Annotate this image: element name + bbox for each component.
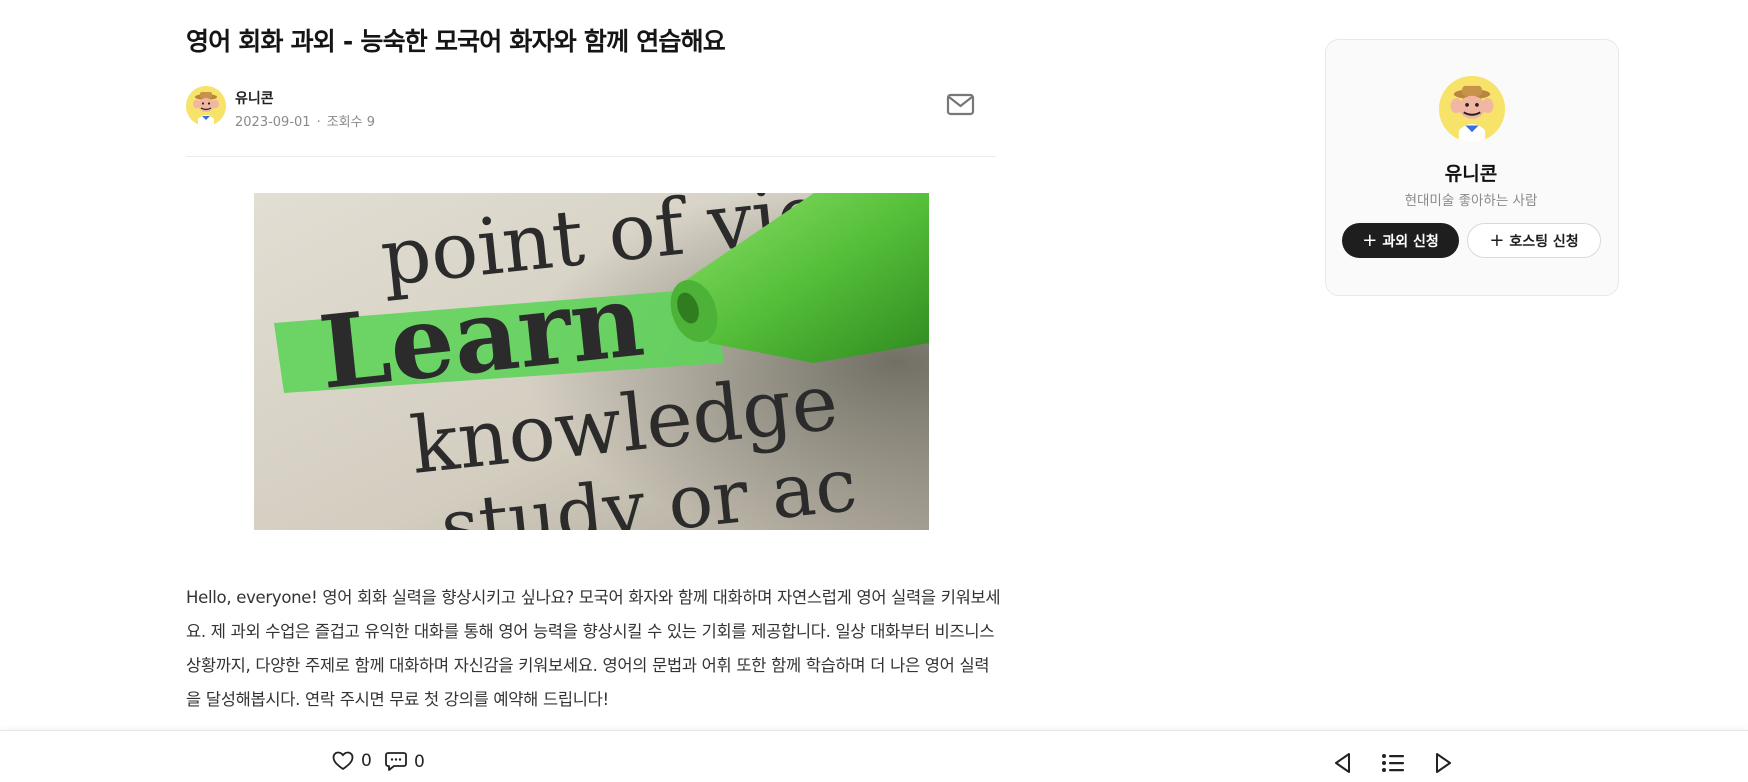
like-count: 0 xyxy=(361,751,372,771)
post-body: Hello, everyone! 영어 회화 실력을 향상시키고 싶나요? 모국… xyxy=(186,588,1001,709)
meta-separator: · xyxy=(316,115,321,130)
unicorn-character-icon xyxy=(1439,76,1505,142)
author-avatar[interactable] xyxy=(186,86,226,126)
plus-icon: + xyxy=(1489,229,1505,251)
message-button[interactable] xyxy=(945,91,977,119)
like-button[interactable]: 0 xyxy=(332,751,372,771)
comment-count: 0 xyxy=(414,751,425,772)
lesson-request-label: 과외 신청 xyxy=(1382,233,1439,250)
hosting-request-label: 호스팅 신청 xyxy=(1509,233,1579,250)
list-icon xyxy=(1382,754,1404,772)
lesson-request-button[interactable]: + 과외 신청 xyxy=(1342,223,1459,258)
prev-arrow-icon xyxy=(1335,753,1350,773)
next-arrow-icon xyxy=(1436,753,1451,773)
view-count: 조회수 9 xyxy=(326,115,375,130)
profile-avatar[interactable] xyxy=(1439,76,1505,142)
post-list-button[interactable] xyxy=(1380,751,1406,775)
bottom-action-bar xyxy=(0,730,1748,782)
mail-icon xyxy=(946,93,975,116)
profile-name: 유니콘 xyxy=(1444,163,1498,185)
post-meta: 2023-09-01 · 조회수 9 xyxy=(235,111,375,130)
author-name[interactable]: 유니콘 xyxy=(235,88,274,108)
next-post-button[interactable] xyxy=(1430,751,1456,775)
comment-icon xyxy=(385,752,407,771)
comment-button[interactable]: 0 xyxy=(385,751,425,772)
hosting-request-button[interactable]: + 호스팅 신청 xyxy=(1467,223,1601,258)
prev-post-button[interactable] xyxy=(1330,751,1356,775)
header-divider xyxy=(186,156,996,157)
plus-icon: + xyxy=(1362,229,1378,251)
post-image: point of view Learn knowledge study or a… xyxy=(254,193,929,530)
unicorn-character-icon xyxy=(186,86,226,126)
post-title: 영어 회화 과외 - 능숙한 모국어 화자와 함께 연습해요 xyxy=(186,27,726,56)
profile-bio: 현대미술 좋아하는 사람 xyxy=(1404,193,1538,209)
post-date: 2023-09-01 xyxy=(235,115,311,130)
heart-icon xyxy=(332,751,354,770)
